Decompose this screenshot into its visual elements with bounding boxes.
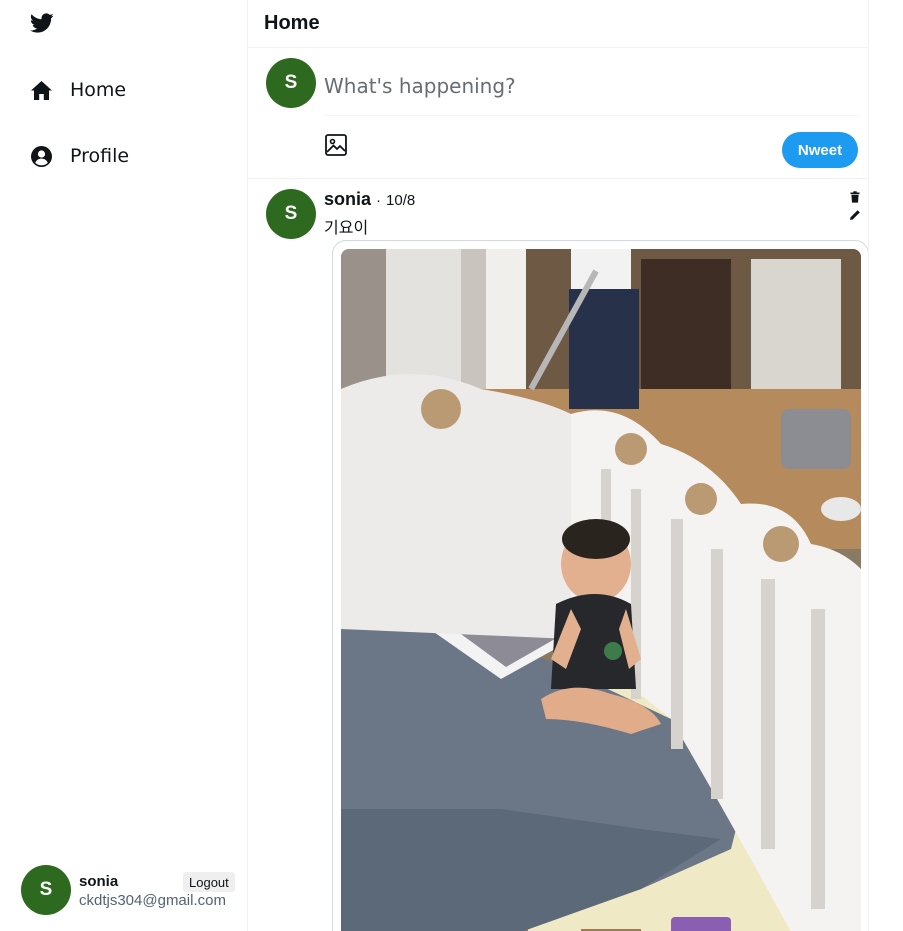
nweet-button[interactable]: Nweet: [782, 132, 858, 168]
sidebar-item-home[interactable]: Home: [30, 79, 126, 101]
avatar: S: [21, 865, 71, 915]
tweet-separator: ·: [376, 192, 382, 209]
pencil-icon[interactable]: [849, 209, 861, 221]
twitter-bird-icon[interactable]: [29, 11, 55, 35]
tweet-header: sonia · 10/8: [324, 189, 415, 210]
composer-input[interactable]: [324, 68, 854, 104]
tweet-text: 기요이: [324, 218, 369, 237]
account-switcher[interactable]: S sonia ckdtjs304@gmail.com Logout: [21, 865, 243, 917]
sidebar-item-label: Profile: [70, 145, 130, 167]
avatar: S: [266, 58, 316, 108]
avatar: S: [266, 189, 316, 239]
sidebar: Home Profile S sonia ckdtjs304@gmail.com…: [0, 0, 248, 931]
sidebar-item-label: Home: [70, 79, 127, 101]
page-title: Home: [264, 12, 320, 34]
sidebar-item-profile[interactable]: Profile: [30, 145, 129, 167]
tweet-composer: S Nweet: [248, 48, 868, 179]
home-icon: [30, 79, 52, 101]
media-card[interactable]: [332, 240, 868, 931]
divider: [324, 115, 858, 116]
tweet-author[interactable]: sonia: [324, 189, 371, 210]
account-email: ckdtjs304@gmail.com: [79, 892, 226, 909]
trash-icon[interactable]: [849, 191, 861, 203]
account-name: sonia: [79, 873, 119, 890]
baby-in-playpen-photo: [341, 249, 861, 931]
tweet: S sonia · 10/8 기요이: [248, 179, 868, 931]
main-timeline: Home S Nweet S sonia · 10/8 기요이: [248, 0, 869, 931]
logout-button[interactable]: Logout: [183, 872, 235, 892]
image-icon[interactable]: [324, 133, 348, 157]
tweet-date: 10/8: [386, 192, 416, 209]
user-circle-icon: [30, 145, 52, 167]
